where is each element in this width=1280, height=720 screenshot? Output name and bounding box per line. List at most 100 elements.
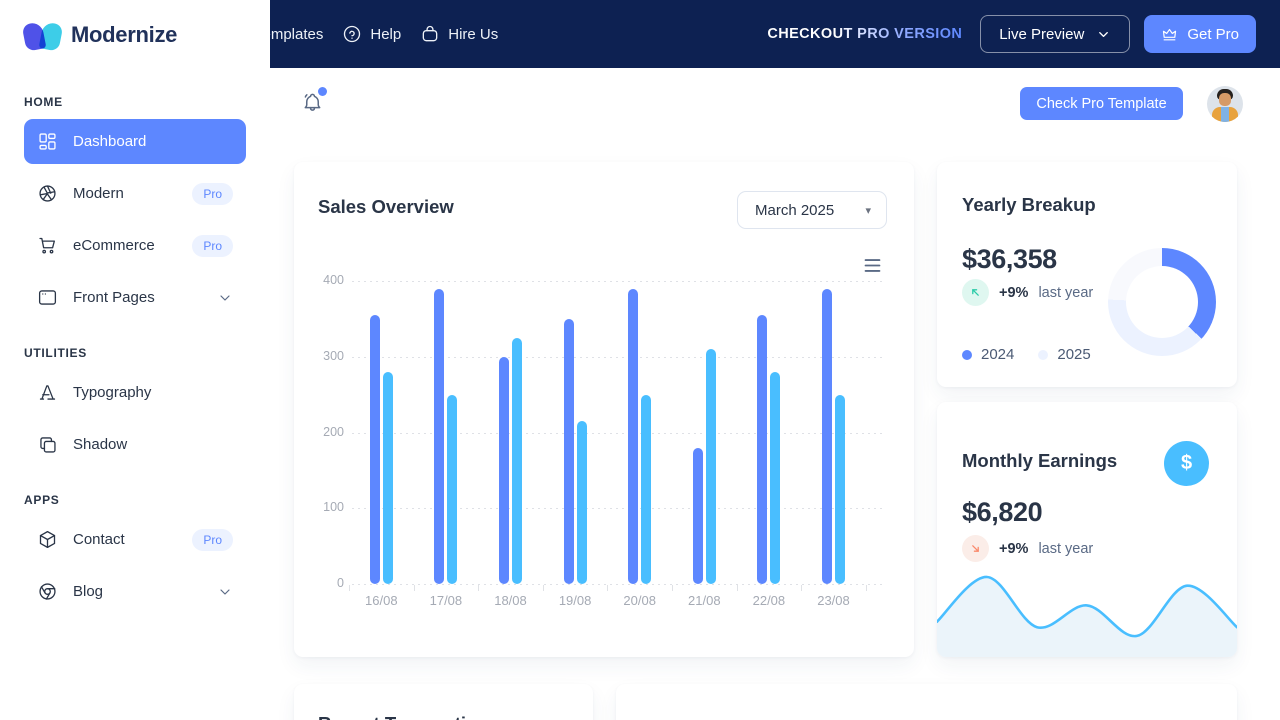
- sidebar-section-apps: APPS: [24, 493, 60, 507]
- monthly-earnings-amount: $6,820: [962, 497, 1043, 527]
- sidebar-item-label: Shadow: [73, 436, 128, 453]
- cart-icon: [37, 235, 58, 256]
- sidebar-item-typography[interactable]: Typography: [24, 370, 246, 415]
- bar-19/08-series-blue: [563, 318, 574, 584]
- sidebar-section-home: HOME: [24, 95, 63, 109]
- sidebar-item-label: eCommerce: [73, 237, 155, 254]
- bar-17/08-series-blue: [434, 288, 445, 584]
- sidebar-item-shadow[interactable]: Shadow: [24, 422, 246, 467]
- check-pro-template-button[interactable]: Check Pro Template: [1020, 87, 1183, 120]
- x-axis-tick: [607, 585, 609, 591]
- sales-overview-card: Sales Overview March 2025 ▾ 400 300 200 100…: [294, 162, 914, 657]
- live-preview-button[interactable]: Live Preview: [980, 15, 1131, 53]
- y-axis-label: 0: [337, 576, 344, 590]
- sidebar-nav: HOME Dashboard Modern Pro eCommerce Pro Front …: [0, 95, 270, 614]
- aperture-icon: [37, 183, 58, 204]
- chevron-down-icon: [1096, 27, 1111, 42]
- monthly-delta-row: +9% last year: [962, 535, 1093, 562]
- monthly-delta-value: +9%: [999, 540, 1029, 557]
- modernize-logo-icon: [21, 16, 64, 53]
- blog-icon: [37, 581, 58, 602]
- earnings-area-chart: [937, 575, 1237, 657]
- user-avatar[interactable]: [1207, 86, 1243, 122]
- bar-18/08-series-cyan: [512, 337, 522, 584]
- y-axis-label: 100: [323, 500, 344, 515]
- copy-icon: [37, 434, 58, 455]
- bar-23/08-series-blue: [822, 288, 832, 584]
- gridline: [352, 584, 884, 585]
- legend-label: 2024: [981, 346, 1015, 363]
- yearly-delta-value: +9%: [999, 284, 1029, 301]
- x-axis-tick: [736, 585, 738, 591]
- recent-transactions-title: Recent Transactions: [318, 713, 499, 720]
- x-axis-label: 23/08: [817, 593, 850, 608]
- bar-17/08-series-cyan: [447, 394, 458, 584]
- bar-16/08-series-blue: [369, 315, 380, 584]
- x-axis-label: 21/08: [688, 593, 721, 608]
- topnav-links: Templates Help Hire Us: [255, 0, 498, 68]
- x-axis-label: 20/08: [623, 593, 656, 608]
- earnings-area-fill: [937, 576, 1237, 657]
- dollar-icon[interactable]: $: [1164, 441, 1209, 486]
- monthly-earnings-card: Monthly Earnings $ $6,820 +9% last year: [937, 402, 1237, 657]
- x-axis-tick: [349, 585, 350, 591]
- legend-dot: [1038, 349, 1049, 360]
- bar-20/08-series-cyan: [641, 394, 652, 584]
- bar-22/08-series-blue: [757, 315, 768, 584]
- sidebar-item-contact[interactable]: Contact Pro: [24, 517, 246, 562]
- sidebar-item-modern[interactable]: Modern Pro: [24, 171, 246, 216]
- get-pro-button[interactable]: Get Pro: [1144, 15, 1256, 53]
- bar-20/08-series-blue: [628, 288, 639, 584]
- period-select[interactable]: March 2025 ▾: [737, 191, 887, 229]
- gridline: [352, 356, 884, 358]
- brand-logo[interactable]: Modernize: [0, 0, 270, 53]
- nav-link-help[interactable]: Help: [342, 24, 401, 44]
- x-axis-tick: [865, 585, 867, 591]
- yearly-breakup-donut: [1108, 248, 1216, 356]
- brand-name: Modernize: [71, 21, 178, 47]
- yearly-breakup-title: Yearly Breakup: [962, 194, 1096, 215]
- monthly-earnings-title: Monthly Earnings: [962, 450, 1118, 471]
- dashboard-icon: [37, 131, 58, 152]
- arrow-down-right-icon: [962, 535, 989, 562]
- sidebar-item-front-pages[interactable]: Front Pages: [24, 275, 246, 320]
- bar-22/08-series-cyan: [770, 371, 781, 584]
- x-axis-label: 17/08: [429, 593, 463, 608]
- help-circle-icon: [342, 24, 362, 44]
- sidebar-item-dashboard[interactable]: Dashboard: [24, 119, 246, 164]
- crown-icon: [1161, 26, 1178, 43]
- bar-21/08-series-blue: [692, 447, 703, 584]
- bar-18/08-series-blue: [499, 356, 509, 584]
- sidebar-item-blog[interactable]: Blog: [24, 569, 246, 614]
- y-axis-label: 400: [323, 273, 344, 287]
- sales-bar-chart: 400 300 200 100 0 16/08 17/08 18/08 19/08 20/08 21…: [318, 267, 890, 614]
- notification-dot: [318, 87, 327, 96]
- sidebar-item-label: Dashboard: [73, 133, 147, 150]
- arrow-up-left-icon: [962, 279, 989, 306]
- x-axis-tick: [801, 585, 803, 591]
- sidebar-item-label: Blog: [73, 583, 104, 600]
- bag-icon: [420, 24, 440, 44]
- gridline: [352, 432, 884, 434]
- legend-item-2025: 2025: [1038, 346, 1091, 363]
- sidebar-item-label: Front Pages: [73, 289, 155, 306]
- typography-icon: [37, 382, 58, 403]
- sidebar-item-ecommerce[interactable]: eCommerce Pro: [24, 223, 246, 268]
- nav-link-hire-us[interactable]: Hire Us: [420, 24, 498, 44]
- bar-23/08-series-cyan: [835, 394, 845, 584]
- chevron-down-icon: [217, 584, 233, 600]
- chevron-down-icon: [217, 290, 233, 306]
- gridline: [352, 281, 884, 282]
- sidebar-item-label: Contact: [73, 531, 125, 548]
- bottom-right-card: [616, 684, 1237, 720]
- donut-legend: 2024 2025: [962, 346, 1091, 363]
- sidebar-section-utilities: UTILITIES: [24, 346, 87, 360]
- window-icon: [37, 287, 58, 308]
- bar-16/08-series-cyan: [382, 371, 393, 584]
- x-axis-tick: [672, 585, 673, 591]
- x-axis-tick: [413, 585, 415, 591]
- x-axis-label: 18/08: [494, 593, 527, 608]
- topnav-right: CHECKOUT PRO VERSION Live Preview Get Pr…: [767, 0, 1256, 68]
- yearly-delta-row: +9% last year: [962, 279, 1093, 306]
- nav-link-label: Hire Us: [448, 25, 499, 43]
